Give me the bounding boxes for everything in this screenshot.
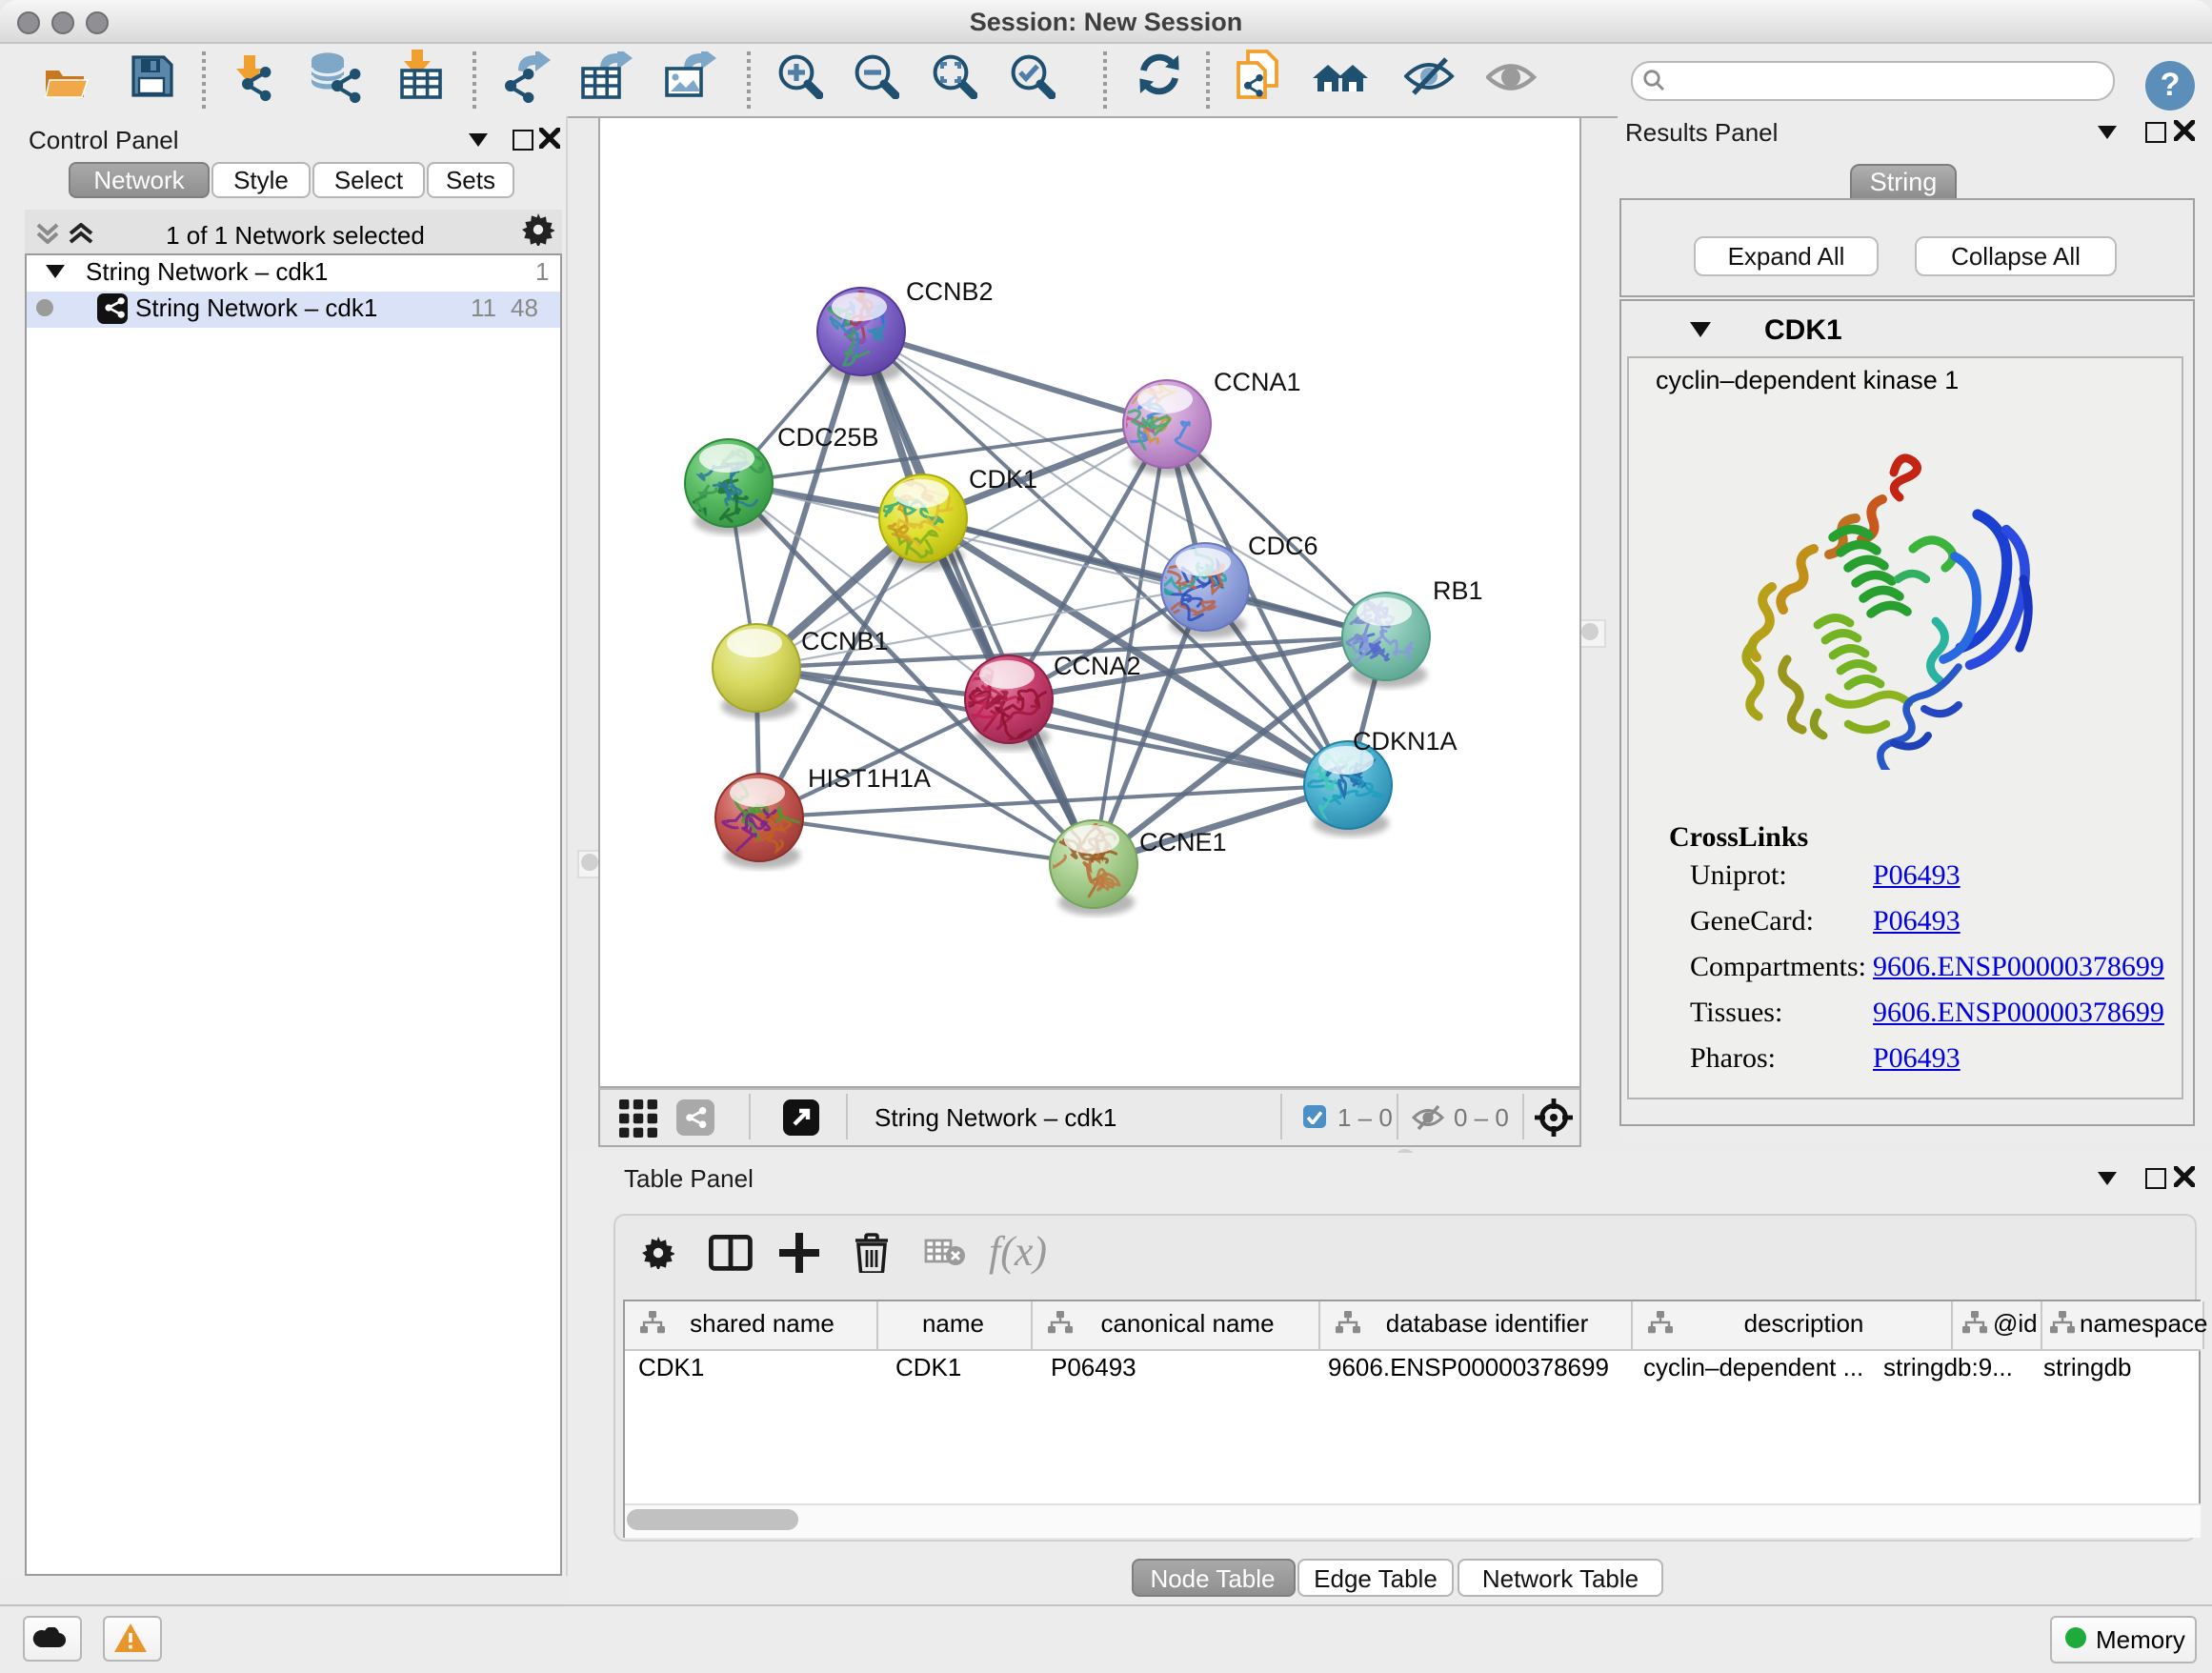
svg-text:CCNE1: CCNE1 bbox=[1139, 828, 1227, 857]
svg-text:RB1: RB1 bbox=[1433, 576, 1483, 605]
svg-text:CCNA2: CCNA2 bbox=[1054, 652, 1141, 680]
svg-text:CCNA1: CCNA1 bbox=[1214, 368, 1301, 396]
svg-text:CDK1: CDK1 bbox=[969, 465, 1037, 494]
svg-text:CDC25B: CDC25B bbox=[777, 423, 879, 452]
svg-text:CCNB2: CCNB2 bbox=[906, 277, 994, 306]
svg-text:CCNB1: CCNB1 bbox=[801, 627, 889, 655]
svg-text:CDKN1A: CDKN1A bbox=[1353, 727, 1458, 756]
svg-text:CDC6: CDC6 bbox=[1248, 532, 1318, 560]
svg-text:HIST1H1A: HIST1H1A bbox=[808, 764, 931, 793]
